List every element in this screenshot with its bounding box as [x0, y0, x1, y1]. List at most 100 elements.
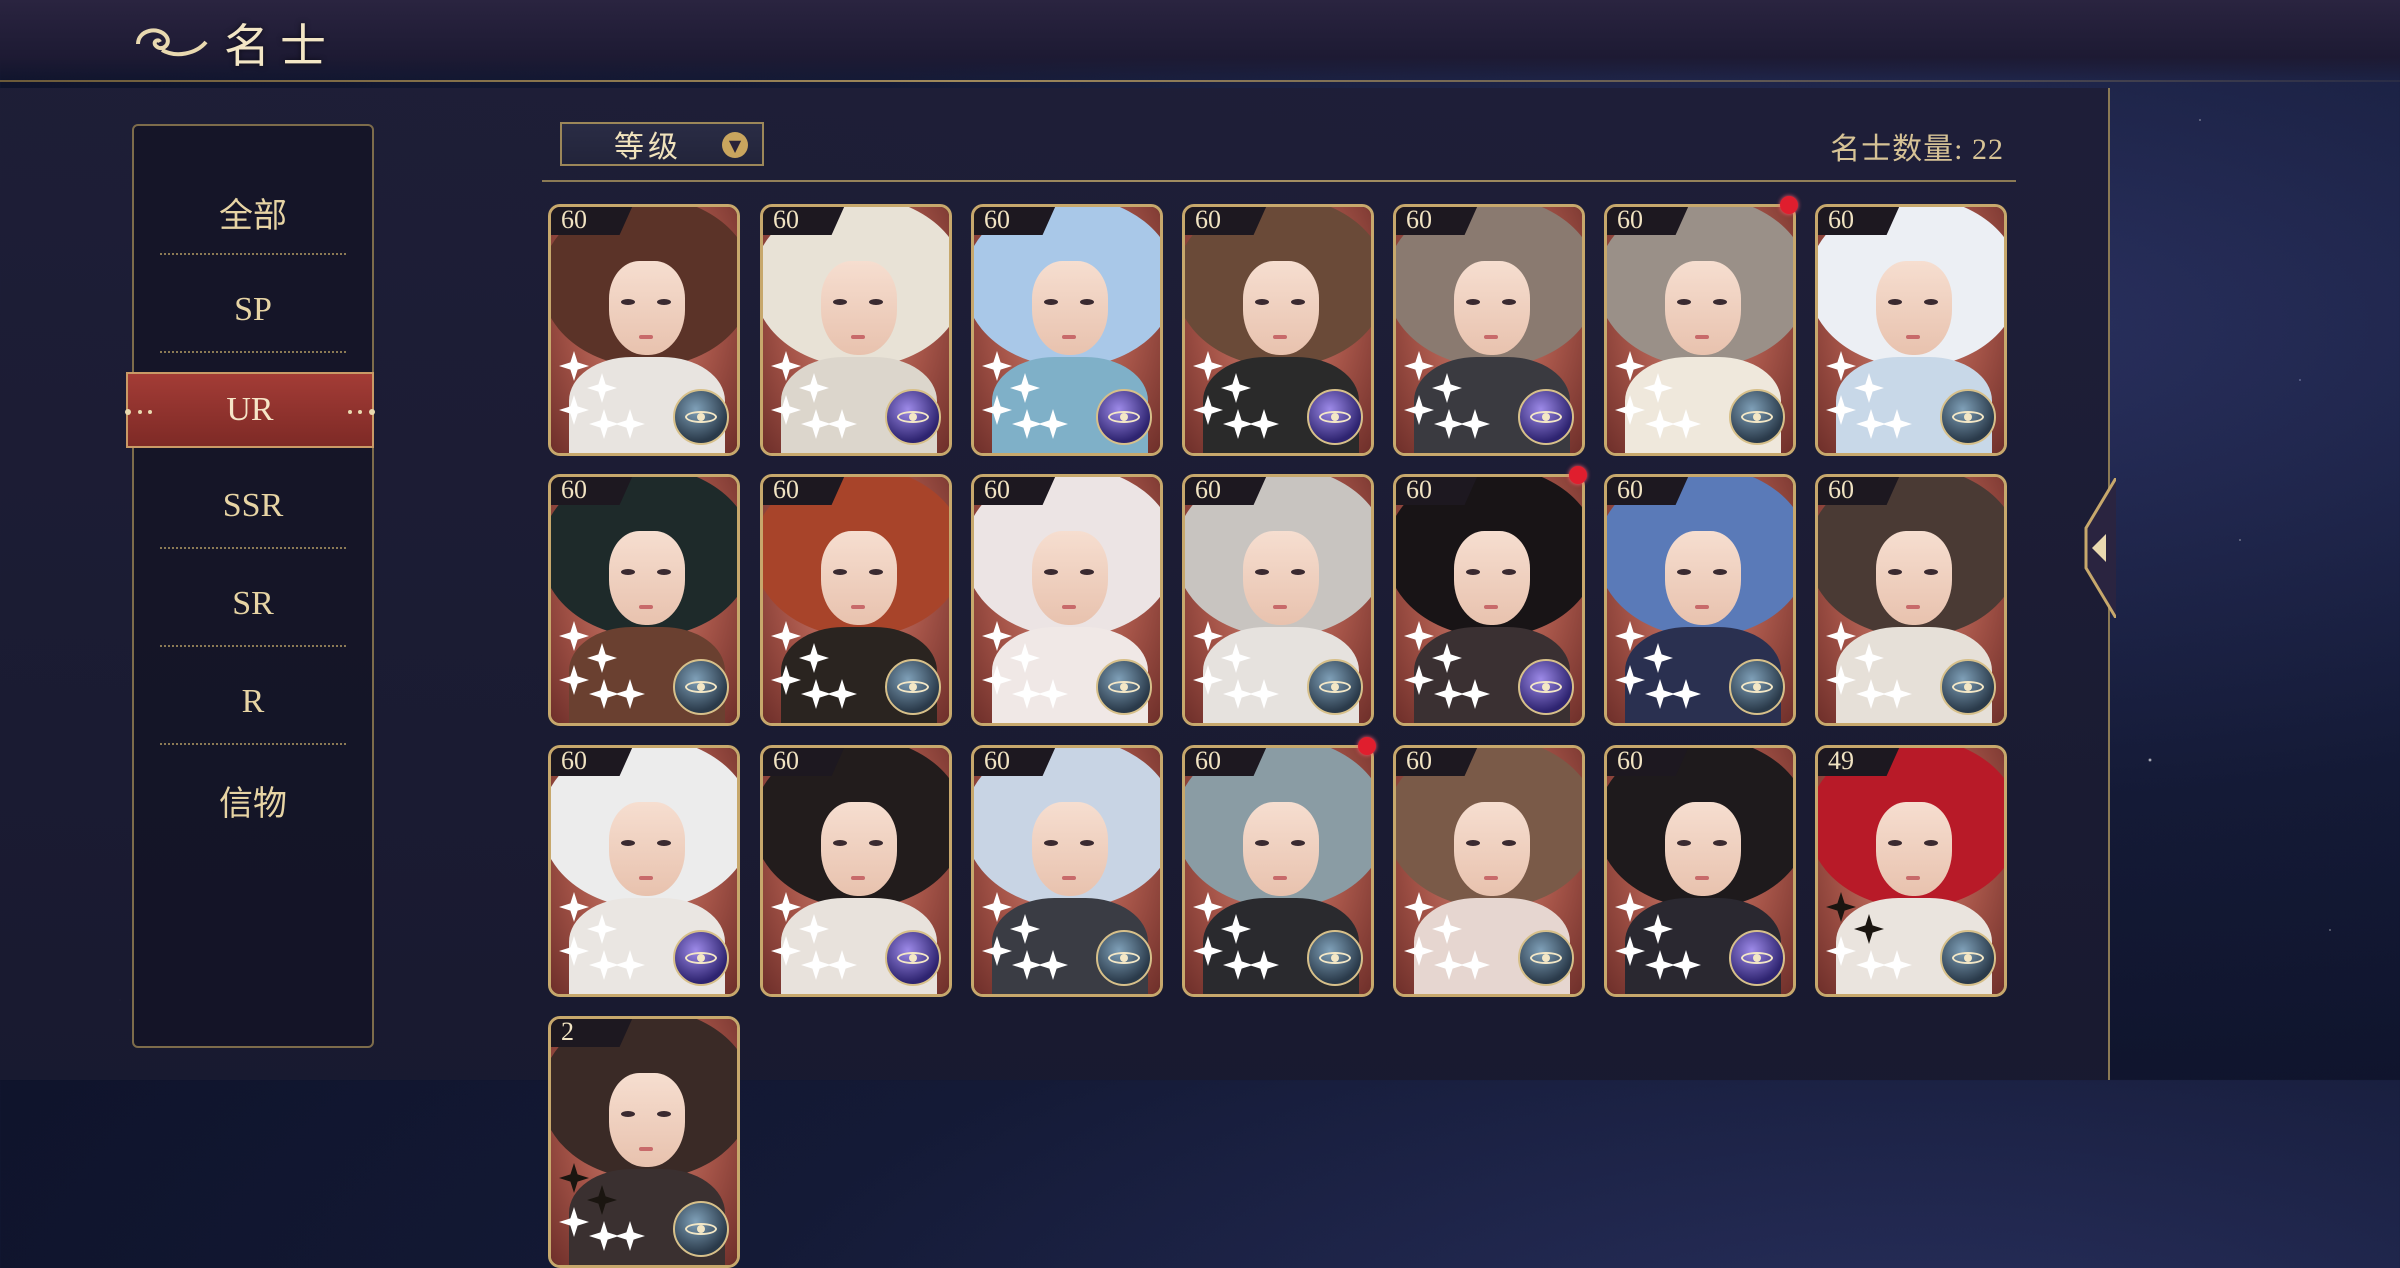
character-card[interactable]: 60 — [760, 474, 952, 726]
character-card[interactable]: 49 — [1815, 745, 2007, 997]
level-badge: 2 — [551, 1019, 633, 1047]
portrait-eye — [869, 299, 883, 305]
star-icon — [827, 950, 857, 980]
sort-dropdown-label: 等级 — [614, 130, 682, 165]
faction-emblem-icon — [673, 659, 729, 715]
character-card[interactable]: 60 — [548, 745, 740, 997]
notification-dot — [1569, 466, 1587, 484]
character-card[interactable]: 60 — [1815, 204, 2007, 456]
portrait-face — [821, 531, 897, 625]
sidebar-item-token[interactable]: 信物 — [134, 760, 372, 840]
star-icon — [559, 1163, 589, 1193]
star-rank — [771, 351, 867, 443]
character-card[interactable]: 60 — [1393, 204, 1585, 456]
star-rank — [982, 351, 1078, 443]
portrait-face — [1032, 802, 1108, 896]
chevron-down-icon[interactable]: ▼ — [722, 132, 748, 158]
emblem-dot — [1120, 954, 1128, 962]
portrait-eye — [621, 299, 635, 305]
sidebar-item-r[interactable]: R — [134, 662, 372, 742]
character-card[interactable]: 60 — [1182, 745, 1374, 997]
ornament-dots-icon — [125, 409, 152, 415]
star-rank — [1826, 621, 1922, 713]
portrait-lips — [1062, 335, 1076, 339]
star-icon — [1615, 351, 1645, 381]
character-card[interactable]: 2 — [548, 1016, 740, 1268]
faction-emblem-icon — [1307, 659, 1363, 715]
portrait-eye — [1713, 299, 1727, 305]
portrait-lips — [639, 1147, 653, 1151]
portrait-lips — [1062, 876, 1076, 880]
portrait-eye — [1255, 299, 1269, 305]
portrait-lips — [1695, 876, 1709, 880]
character-card[interactable]: 60 — [548, 474, 740, 726]
star-icon — [1460, 679, 1490, 709]
faction-emblem-icon — [1518, 389, 1574, 445]
portrait-lips — [1484, 876, 1498, 880]
star-rank — [559, 621, 655, 713]
portrait-face — [1454, 802, 1530, 896]
star-rank — [1404, 621, 1500, 713]
portrait-lips — [851, 876, 865, 880]
character-card[interactable]: 60 — [1604, 745, 1796, 997]
portrait-eye — [657, 569, 671, 575]
character-card[interactable]: 60 — [971, 204, 1163, 456]
sidebar-item-sp[interactable]: SP — [134, 270, 372, 350]
character-card[interactable]: 60 — [1604, 474, 1796, 726]
portrait-lips — [639, 335, 653, 339]
faction-emblem-icon — [1940, 659, 1996, 715]
portrait-face — [821, 802, 897, 896]
notification-dot — [1780, 196, 1798, 214]
faction-emblem-icon — [1518, 930, 1574, 986]
character-card[interactable]: 60 — [971, 474, 1163, 726]
star-icon — [1826, 665, 1856, 695]
star-icon — [827, 409, 857, 439]
star-icon — [559, 621, 589, 651]
sidebar-divider — [160, 645, 346, 647]
star-icon — [1826, 351, 1856, 381]
star-icon — [982, 351, 1012, 381]
collapse-panel-button[interactable] — [2076, 478, 2116, 618]
sidebar-item-all[interactable]: 全部 — [134, 172, 372, 252]
sort-dropdown[interactable]: 等级 ▼ — [560, 122, 764, 166]
portrait-eye — [1924, 299, 1938, 305]
sidebar-item-label: R — [241, 683, 265, 720]
character-card[interactable]: 60 — [1604, 204, 1796, 456]
star-icon — [589, 950, 619, 980]
level-badge: 60 — [1185, 207, 1267, 235]
sidebar-item-ssr[interactable]: SSR — [134, 466, 372, 546]
faction-emblem-icon — [885, 389, 941, 445]
star-icon — [1404, 621, 1434, 651]
character-card[interactable]: 60 — [760, 204, 952, 456]
portrait-eye — [1466, 840, 1480, 846]
sidebar-item-label: SSR — [222, 487, 284, 524]
portrait-lips — [1906, 605, 1920, 609]
portrait-eye — [869, 840, 883, 846]
character-card[interactable]: 60 — [1182, 204, 1374, 456]
character-card[interactable]: 60 — [971, 745, 1163, 997]
character-card[interactable]: 60 — [1815, 474, 2007, 726]
star-icon — [1856, 679, 1886, 709]
star-rank — [559, 892, 655, 984]
portrait-face — [609, 531, 685, 625]
star-icon — [1193, 395, 1223, 425]
character-card[interactable]: 60 — [1393, 474, 1585, 726]
level-badge: 60 — [974, 748, 1056, 776]
emblem-dot — [1753, 954, 1761, 962]
star-rank — [1826, 351, 1922, 443]
star-icon — [1012, 950, 1042, 980]
character-card[interactable]: 60 — [1393, 745, 1585, 997]
faction-emblem-icon — [1518, 659, 1574, 715]
star-icon — [1882, 409, 1912, 439]
character-card[interactable]: 60 — [548, 204, 740, 456]
character-card[interactable]: 60 — [760, 745, 952, 997]
sidebar-item-sr[interactable]: SR — [134, 564, 372, 644]
portrait-lips — [1062, 605, 1076, 609]
sidebar-item-ur[interactable]: UR — [125, 372, 375, 448]
character-card[interactable]: 60 — [1182, 474, 1374, 726]
sidebar-item-label: 信物 — [219, 785, 287, 823]
star-icon — [1643, 643, 1673, 673]
star-icon — [1854, 914, 1884, 944]
portrait-face — [1243, 261, 1319, 355]
star-icon — [1404, 351, 1434, 381]
